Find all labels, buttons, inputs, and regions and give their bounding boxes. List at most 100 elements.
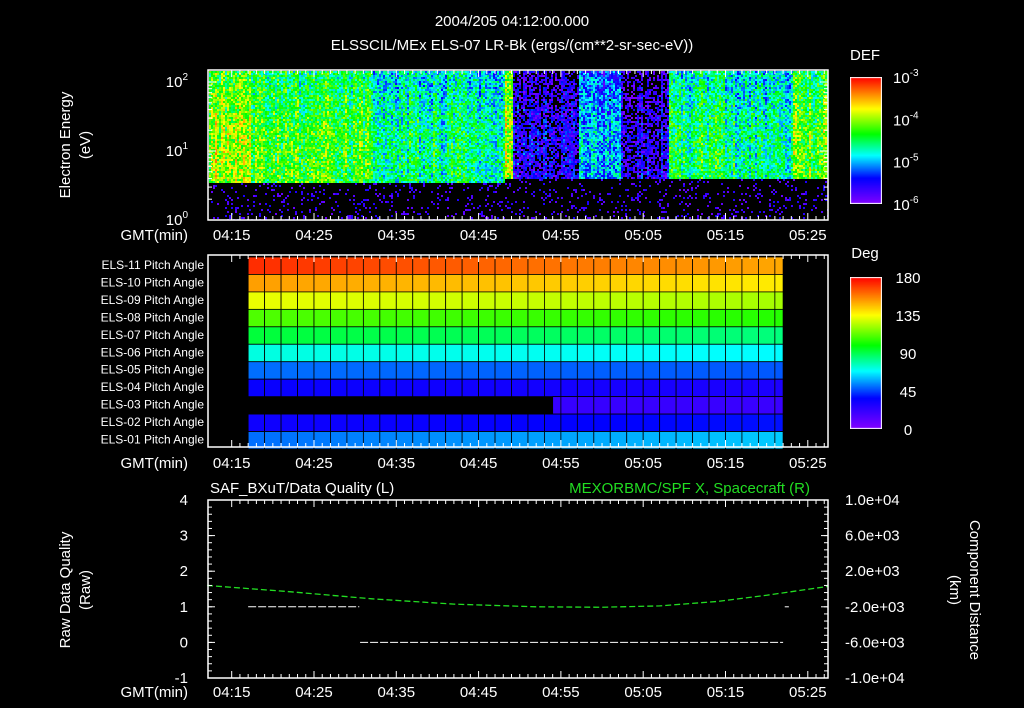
pitch-angle-cell	[346, 256, 364, 275]
pitch-angle-cell	[330, 413, 348, 432]
pitch-angle-cell	[247, 343, 266, 363]
pitch-angle-cell	[758, 326, 776, 345]
pitch-angle-cell	[478, 361, 496, 380]
pitch-angle-row-label: ELS-09 Pitch Angle	[101, 293, 205, 307]
pitch-angle-cell	[247, 274, 266, 293]
pitch-angle-cell	[774, 361, 784, 380]
distance-axis-label: Component Distance	[966, 520, 983, 660]
pitch-angle-cell	[494, 413, 512, 432]
pitch-angle-cell	[362, 291, 381, 310]
pitch-angle-cell	[461, 413, 479, 432]
def-colorbar-label: 10-5	[893, 153, 919, 172]
pitch-angle-cell	[313, 378, 331, 398]
plot-subtitle: ELSSCIL/MEx ELS-07 LR-Bk (ergs/(cm**2-sr…	[331, 37, 694, 54]
pitch-angle-cell	[297, 361, 315, 380]
pitch-angle-cell	[659, 378, 677, 398]
time-tick-label: 04:35	[378, 455, 416, 472]
pitch-angle-row-labels: ELS-11 Pitch Angle ELS-10 Pitch Angle ELS-…	[101, 258, 205, 447]
pitch-angle-cell	[774, 343, 784, 363]
time-tick-label: 04:55	[542, 684, 580, 701]
quality-tick-label: 1	[180, 599, 188, 616]
spacecraft-x-line	[206, 584, 829, 608]
pitch-angle-cell	[593, 274, 611, 293]
pitch-angle-cell	[725, 326, 743, 345]
pitch-angle-cell	[659, 361, 677, 380]
pitch-angle-cell	[692, 308, 710, 328]
time-axis-label: GMT(min)	[121, 684, 189, 701]
pitch-angle-cell	[725, 343, 743, 363]
pitch-angle-cell	[692, 343, 710, 363]
pitch-angle-cell	[642, 326, 661, 345]
pitch-angle-cell	[412, 274, 430, 293]
pitch-angle-cell	[247, 326, 266, 345]
pitch-angle-cell	[576, 256, 595, 275]
time-tick-label: 04:15	[213, 684, 251, 701]
def-colorbar-label: 10-3	[893, 68, 919, 87]
pitch-angle-cell	[330, 378, 348, 398]
pitch-angle-cell	[379, 274, 397, 293]
distance-axis-unit: (km)	[946, 575, 963, 605]
pitch-angle-cell	[560, 413, 578, 432]
pitch-angle-cell	[247, 378, 266, 398]
pitch-angle-cell	[708, 413, 726, 432]
pitch-angle-cell	[544, 361, 562, 380]
pitch-angle-cell	[708, 396, 726, 415]
pitch-angle-cell	[280, 308, 298, 328]
pitch-angle-cell	[445, 326, 463, 345]
pitch-angle-cell	[758, 396, 776, 415]
pitch-angle-cell	[412, 361, 430, 380]
pitch-angle-cell	[461, 326, 479, 345]
pitch-angle-cell	[478, 413, 496, 432]
quality-tick-label: 3	[180, 528, 188, 545]
pitch-angle-cell	[609, 291, 628, 310]
pitch-angle-row-label: ELS-01 Pitch Angle	[101, 433, 205, 447]
pitch-angle-cell	[527, 413, 545, 432]
time-tick-label: 04:15	[213, 455, 251, 472]
pitch-angle-cell	[560, 396, 578, 415]
pitch-angle-cell	[741, 378, 759, 398]
pitch-angle-cell	[560, 361, 578, 380]
distance-tick-label: 6.0e+03	[845, 528, 900, 545]
pitch-angle-cell	[741, 343, 759, 363]
energy-axis-label: Electron Energy	[57, 91, 74, 198]
pitch-angle-cell	[642, 308, 661, 328]
pitch-angle-cell	[609, 396, 628, 415]
pitch-angle-cell	[560, 256, 578, 275]
energy-tick-label: 101	[166, 141, 189, 160]
time-tick-label: 04:25	[295, 227, 333, 244]
quality-tick-label: 0	[180, 634, 188, 651]
pitch-angle-cell	[511, 308, 529, 328]
pitch-angle-cell	[593, 343, 611, 363]
pitch-angle-cell	[741, 274, 759, 293]
pitch-angle-cell	[642, 256, 661, 275]
quality-tick-label: 2	[180, 563, 188, 580]
pitch-angle-cell	[494, 343, 512, 363]
time-tick-label: 04:55	[542, 455, 580, 472]
pitch-angle-cell	[379, 291, 397, 310]
quality-axis-label: Raw Data Quality	[57, 531, 74, 648]
pitch-angle-cell	[626, 308, 644, 328]
pitch-angle-cell	[758, 308, 776, 328]
distance-tick-label: -1.0e+04	[845, 670, 905, 687]
pitch-angle-cell	[708, 291, 726, 310]
pitch-angle-cell	[362, 256, 381, 275]
pitch-angle-cell	[362, 274, 381, 293]
pitch-angle-cell	[428, 378, 447, 398]
exponent: -5	[910, 153, 919, 164]
deg-colorbar-label: 135	[895, 308, 920, 325]
pitch-angle-cell	[725, 274, 743, 293]
pitch-angle-cell	[379, 378, 397, 398]
pitch-angle-cell	[297, 378, 315, 398]
pitch-angle-cell	[280, 326, 298, 345]
pitch-angle-cell	[379, 308, 397, 328]
def-colorbar-label: 10-4	[893, 110, 919, 129]
time-tick-label: 05:25	[789, 684, 827, 701]
pitch-angle-cell	[280, 413, 298, 432]
pitch-angle-cell	[428, 256, 447, 275]
pitch-angle-row-label: ELS-11 Pitch Angle	[101, 258, 204, 272]
pitch-angle-cell	[346, 361, 364, 380]
pitch-angle-cell	[576, 274, 595, 293]
pitch-angle-cell	[692, 396, 710, 415]
exponent: 2	[182, 72, 188, 83]
pitch-angle-cell	[428, 291, 447, 310]
